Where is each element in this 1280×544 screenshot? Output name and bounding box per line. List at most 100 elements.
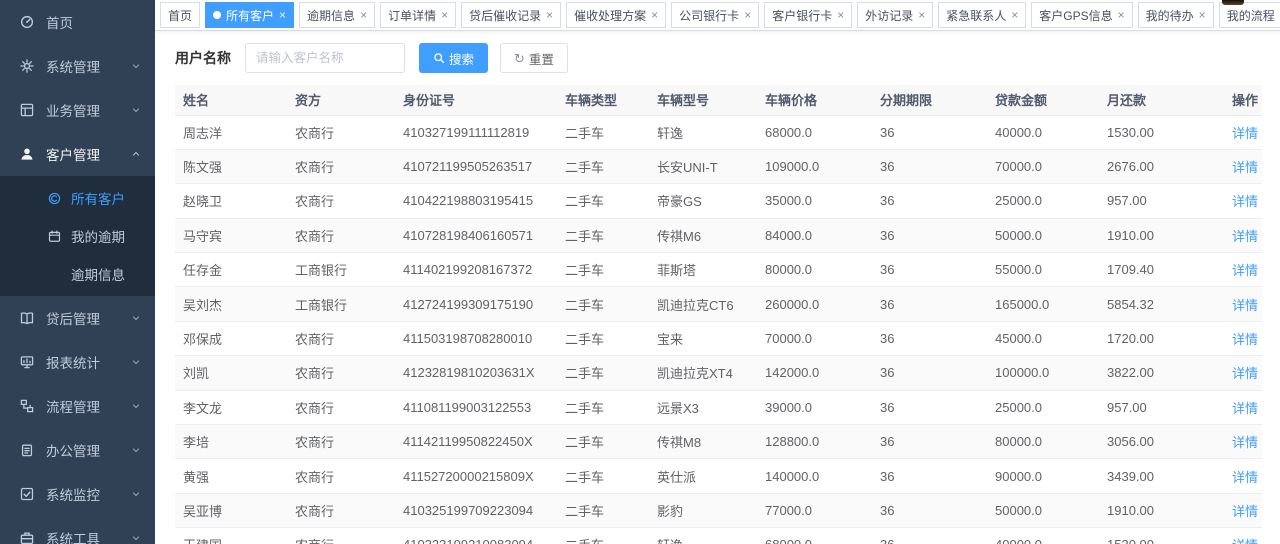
tab-item-7[interactable]: 客户银行卡×: [764, 2, 852, 28]
close-icon[interactable]: ×: [918, 9, 925, 21]
tab-item-9[interactable]: 紧急联系人×: [938, 2, 1026, 28]
table-cell: 39000.0: [757, 390, 872, 424]
table-cell: 周志洋: [175, 115, 287, 149]
table-cell: 刘凯: [175, 356, 287, 390]
chevron-up-icon: [131, 149, 141, 159]
close-icon[interactable]: ×: [1199, 9, 1206, 21]
tab-item-8[interactable]: 外访记录×: [857, 2, 933, 28]
tab-item-12[interactable]: 我的流程×: [1219, 2, 1280, 28]
sidebar-item-all-customers[interactable]: 所有客户: [0, 179, 155, 217]
sidebar-item-business[interactable]: 业务管理: [0, 88, 155, 132]
tab-item-3[interactable]: 订单详情×: [380, 2, 456, 28]
sidebar-item-my-overdue[interactable]: 我的逾期: [0, 217, 155, 255]
close-icon[interactable]: ×: [744, 9, 751, 21]
detail-link[interactable]: 详情: [1232, 332, 1258, 347]
detail-link[interactable]: 详情: [1232, 229, 1258, 244]
sidebar-item-label: 办公管理: [46, 440, 100, 460]
detail-link[interactable]: 详情: [1232, 470, 1258, 485]
sidebar-item-process[interactable]: 流程管理: [0, 384, 155, 428]
reset-button[interactable]: ↻ 重置: [500, 43, 568, 73]
customer-name-input[interactable]: [245, 43, 405, 73]
detail-link[interactable]: 详情: [1232, 504, 1258, 519]
sidebar-item-overdue-info[interactable]: 逾期信息: [0, 255, 155, 293]
detail-link[interactable]: 详情: [1232, 160, 1258, 175]
sidebar-item-label: 系统监控: [46, 484, 100, 504]
tab-item-11[interactable]: 我的待办×: [1138, 2, 1214, 28]
close-icon[interactable]: ×: [360, 9, 367, 21]
table-cell: 二手车: [557, 493, 649, 527]
sidebar-item-customer[interactable]: 客户管理: [0, 132, 155, 176]
close-icon[interactable]: ×: [441, 9, 448, 21]
book-icon: [20, 311, 34, 325]
tab-item-10[interactable]: 客户GPS信息×: [1031, 2, 1132, 28]
detail-link[interactable]: 详情: [1232, 194, 1258, 209]
chevron-down-icon: [131, 313, 141, 323]
table-cell: 黄强: [175, 459, 287, 493]
tab-item-1[interactable]: 所有客户×: [205, 2, 294, 28]
detail-link[interactable]: 详情: [1232, 435, 1258, 450]
close-icon[interactable]: ×: [651, 9, 658, 21]
table-cell: 农商行: [287, 390, 395, 424]
table-cell: 410327199111112819: [395, 115, 557, 149]
search-button-label: 搜索: [449, 49, 474, 68]
sidebar-item-tools[interactable]: 系统工具: [0, 516, 155, 544]
close-icon[interactable]: ×: [546, 9, 553, 21]
detail-link[interactable]: 详情: [1232, 538, 1258, 544]
table-cell: 1709.40: [1099, 253, 1217, 287]
table-row: 邓保成农商行411503198708280010二手车宝来70000.03645…: [175, 321, 1262, 355]
table-cell: 3439.00: [1099, 459, 1217, 493]
table-cell: 二手车: [557, 253, 649, 287]
table-cell: 二手车: [557, 390, 649, 424]
chevron-down-icon: [131, 489, 141, 499]
table-cell: 411402199208167372: [395, 253, 557, 287]
search-button[interactable]: 搜索: [419, 43, 488, 73]
table-cell: 3056.00: [1099, 425, 1217, 459]
table-cell: 农商行: [287, 321, 395, 355]
table-cell: 36: [872, 528, 987, 544]
column-header: 贷款金额: [987, 85, 1099, 115]
table-cell: 25000.0: [987, 184, 1099, 218]
table-cell: 邓保成: [175, 321, 287, 355]
refresh-icon: ↻: [514, 52, 525, 65]
detail-link[interactable]: 详情: [1232, 263, 1258, 278]
table-cell: 36: [872, 459, 987, 493]
tab-item-5[interactable]: 催收处理方案×: [566, 2, 666, 28]
sidebar-item-post-loan[interactable]: 贷后管理: [0, 296, 155, 340]
detail-link[interactable]: 详情: [1232, 298, 1258, 313]
table-cell: 411503198708280010: [395, 321, 557, 355]
sidebar-item-label: 业务管理: [46, 100, 100, 120]
chevron-down-icon: [131, 533, 141, 543]
tab-item-0[interactable]: 首页: [160, 2, 200, 28]
sidebar-item-office[interactable]: 办公管理: [0, 428, 155, 472]
detail-link[interactable]: 详情: [1232, 366, 1258, 381]
table-cell: 1530.00: [1099, 528, 1217, 544]
table-cell: 41232819810203631X: [395, 356, 557, 390]
table-row: 马守宾农商行410728198406160571二手车传祺M684000.036…: [175, 218, 1262, 252]
detail-link[interactable]: 详情: [1232, 126, 1258, 141]
sidebar-item-monitor[interactable]: 系统监控: [0, 472, 155, 516]
detail-link[interactable]: 详情: [1232, 401, 1258, 416]
tab-item-6[interactable]: 公司银行卡×: [671, 2, 759, 28]
table-cell: 长安UNI-T: [649, 149, 757, 183]
user-icon: [20, 147, 34, 161]
table-cell: 36: [872, 321, 987, 355]
sidebar-item-system[interactable]: 系统管理: [0, 44, 155, 88]
tab-item-2[interactable]: 逾期信息×: [299, 2, 375, 28]
tab-item-4[interactable]: 贷后催收记录×: [461, 2, 561, 28]
sidebar-item-label: 流程管理: [46, 396, 100, 416]
close-icon[interactable]: ×: [837, 9, 844, 21]
table-cell: 凯迪拉克CT6: [649, 287, 757, 321]
close-icon[interactable]: ×: [1118, 9, 1125, 21]
sidebar-item-report[interactable]: 报表统计: [0, 340, 155, 384]
close-icon[interactable]: ×: [1011, 9, 1018, 21]
column-header: 身份证号: [395, 85, 557, 115]
table-cell: 工商银行: [287, 253, 395, 287]
action-cell: 详情: [1217, 321, 1262, 355]
close-icon[interactable]: ×: [279, 9, 286, 21]
table-cell: 165000.0: [987, 287, 1099, 321]
table-cell: 二手车: [557, 425, 649, 459]
sidebar-item-label: 贷后管理: [46, 308, 100, 328]
sidebar-item-home[interactable]: 首页: [0, 0, 155, 44]
action-cell: 详情: [1217, 149, 1262, 183]
sidebar: 首页系统管理业务管理客户管理所有客户我的逾期逾期信息贷后管理报表统计流程管理办公…: [0, 0, 155, 544]
